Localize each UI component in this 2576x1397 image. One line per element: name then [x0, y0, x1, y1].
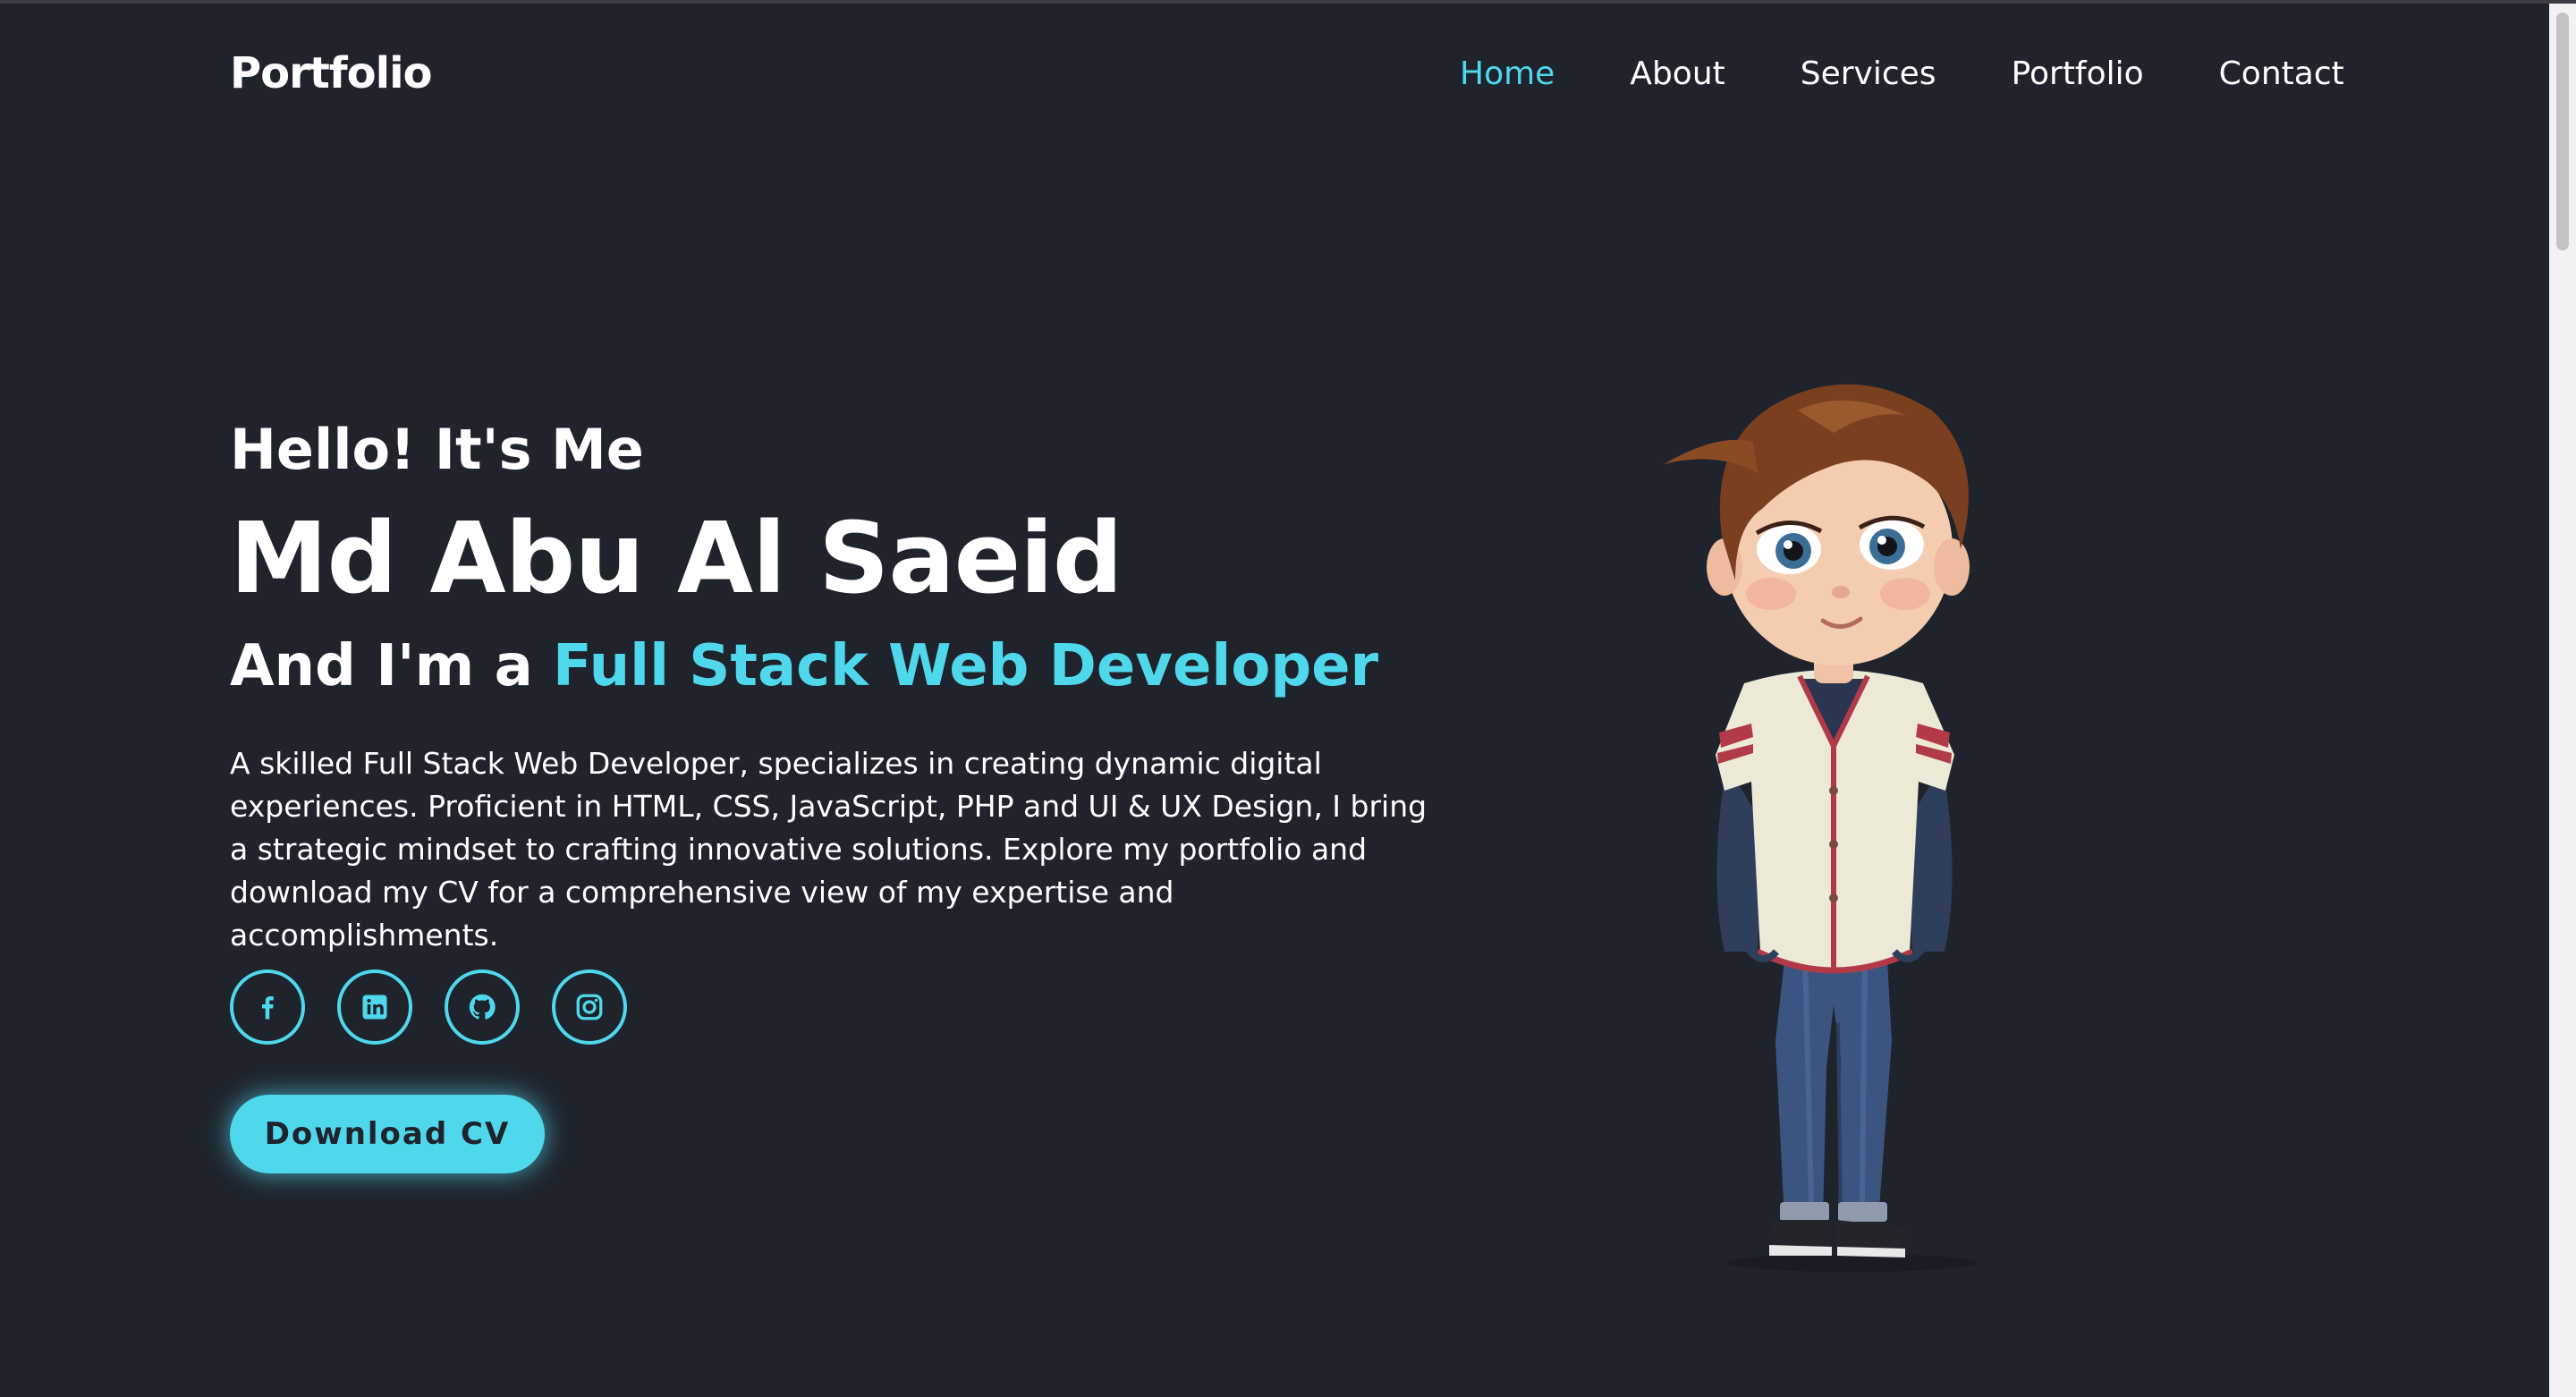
nav-portfolio[interactable]: Portfolio [2012, 55, 2144, 92]
nav-home[interactable]: Home [1460, 55, 1555, 92]
nav-about[interactable]: About [1630, 55, 1724, 92]
site-logo[interactable]: Portfolio [230, 48, 433, 98]
role-prefix: And I'm a [230, 633, 554, 699]
role-highlight: Full Stack Web Developer [553, 633, 1379, 699]
github-link[interactable] [445, 969, 520, 1045]
nav-services[interactable]: Services [1801, 55, 1936, 92]
hero-description: A skilled Full Stack Web Developer, spec… [230, 746, 1428, 952]
page: Portfolio Home About Services Portfolio … [0, 4, 2549, 1397]
instagram-link[interactable] [552, 969, 627, 1045]
scrollbar-thumb[interactable] [2556, 13, 2569, 250]
instagram-icon [576, 994, 603, 1020]
facebook-icon [262, 996, 274, 1020]
cartoon-boy-illustration [1664, 384, 1977, 1272]
hero-name: Md Abu Al Saeid [230, 501, 1123, 615]
facebook-link[interactable] [230, 969, 305, 1045]
hero-role: And I'm a Full Stack Web Developer [230, 633, 1378, 699]
download-cv-button[interactable]: Download CV [230, 1095, 545, 1173]
social-links [230, 969, 659, 1045]
main-nav: Home About Services Portfolio Contact [1460, 55, 2344, 92]
page-scrollbar[interactable] [2549, 4, 2576, 1397]
linkedin-link[interactable] [337, 969, 412, 1045]
nav-contact[interactable]: Contact [2219, 55, 2344, 92]
linkedin-icon [362, 995, 387, 1020]
github-icon [469, 994, 496, 1020]
hero-greeting: Hello! It's Me [230, 417, 644, 482]
